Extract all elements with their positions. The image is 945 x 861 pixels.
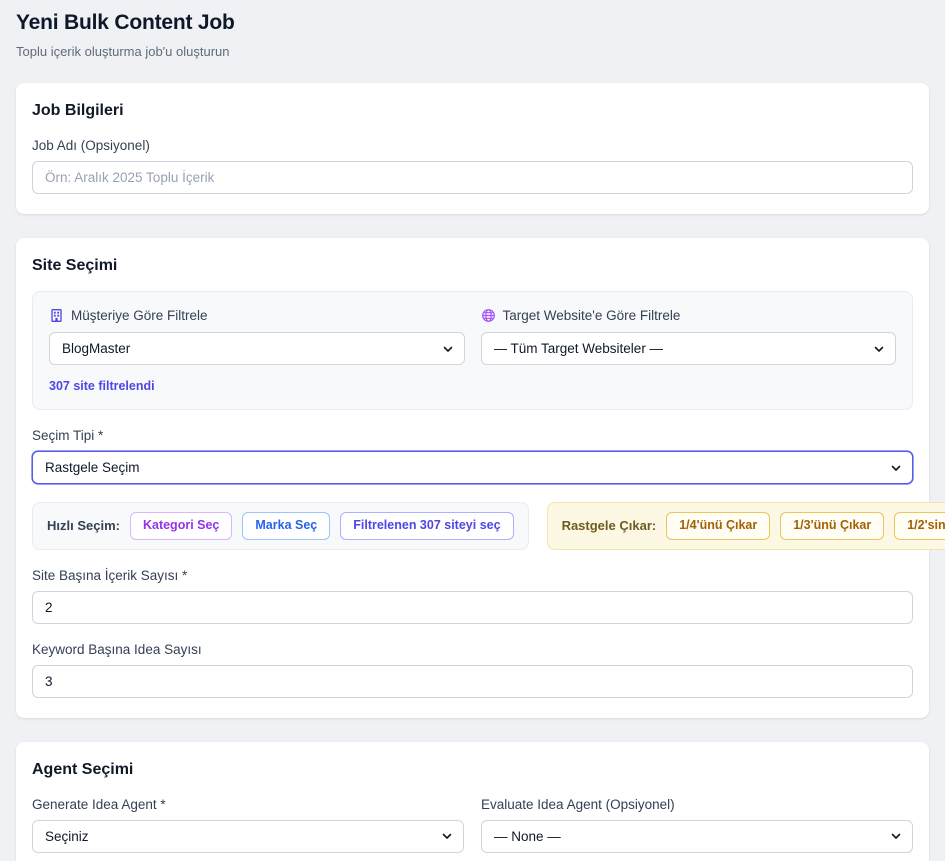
generate-idea-agent-group: Generate Idea Agent * Seçiniz (32, 797, 464, 853)
agent-grid: Generate Idea Agent * Seçiniz Evaluate I… (32, 797, 913, 861)
content-per-site-input[interactable] (32, 591, 913, 624)
select-brand-button[interactable]: Marka Seç (242, 512, 330, 540)
job-info-card: Job Bilgileri Job Adı (Opsiyonel) (16, 83, 929, 214)
evaluate-idea-agent-label: Evaluate Idea Agent (Opsiyonel) (481, 797, 913, 812)
customer-filter-select-wrap: BlogMaster (49, 332, 465, 365)
generate-idea-agent-select[interactable]: Seçiniz (32, 820, 464, 853)
generate-idea-agent-label: Generate Idea Agent * (32, 797, 464, 812)
website-filter-group: Target Website'e Göre Filtrele — Tüm Tar… (481, 308, 897, 365)
selection-type-select-wrap: Rastgele Seçim (32, 451, 913, 484)
select-category-button[interactable]: Kategori Seç (130, 512, 232, 540)
exclude-third-button[interactable]: 1/3'ünü Çıkar (780, 512, 884, 540)
page-subtitle: Toplu içerik oluşturma job'u oluşturun (16, 44, 929, 59)
job-name-input[interactable] (32, 161, 913, 194)
selection-type-label: Seçim Tipi * (32, 428, 913, 443)
ideas-per-keyword-label: Keyword Başına Idea Sayısı (32, 642, 913, 657)
customer-filter-group: Müşteriye Göre Filtrele BlogMaster (49, 308, 465, 365)
agent-selection-card: Agent Seçimi Generate Idea Agent * Seçin… (16, 742, 929, 861)
exclude-half-button[interactable]: 1/2'sini Çıkar (894, 512, 945, 540)
page-title: Yeni Bulk Content Job (16, 11, 929, 35)
random-exclude-box: Rastgele Çıkar: 1/4'ünü Çıkar 1/3'ünü Çı… (547, 502, 945, 550)
quick-actions-row: Hızlı Seçim: Kategori Seç Marka Seç Filt… (32, 502, 913, 550)
evaluate-idea-agent-select[interactable]: — None — (481, 820, 913, 853)
website-filter-select[interactable]: — Tüm Target Websiteler — (481, 332, 897, 365)
agent-selection-title: Agent Seçimi (32, 761, 913, 779)
website-filter-select-wrap: — Tüm Target Websiteler — (481, 332, 897, 365)
ideas-per-keyword-input[interactable] (32, 665, 913, 698)
exclude-quarter-button[interactable]: 1/4'ünü Çıkar (666, 512, 770, 540)
website-filter-label: Target Website'e Göre Filtrele (503, 308, 681, 323)
globe-icon (481, 308, 496, 323)
customer-filter-label-row: Müşteriye Göre Filtrele (49, 308, 465, 323)
quick-select-label: Hızlı Seçim: (47, 518, 120, 533)
site-selection-title: Site Seçimi (32, 257, 913, 275)
job-info-title: Job Bilgileri (32, 102, 913, 120)
evaluate-idea-agent-select-wrap: — None — (481, 820, 913, 853)
content-per-site-label: Site Başına İçerik Sayısı * (32, 568, 913, 583)
filter-panel: Müşteriye Göre Filtrele BlogMaster (32, 291, 913, 410)
building-icon (49, 308, 64, 323)
selection-type-select[interactable]: Rastgele Seçim (32, 451, 913, 484)
page: Yeni Bulk Content Job Toplu içerik oluşt… (0, 0, 945, 861)
random-exclude-label: Rastgele Çıkar: (562, 518, 657, 533)
select-filtered-sites-button[interactable]: Filtrelenen 307 siteyi seç (340, 512, 513, 540)
generate-idea-agent-select-wrap: Seçiniz (32, 820, 464, 853)
website-filter-label-row: Target Website'e Göre Filtrele (481, 308, 897, 323)
quick-select-box: Hızlı Seçim: Kategori Seç Marka Seç Filt… (32, 502, 529, 550)
customer-filter-label: Müşteriye Göre Filtrele (71, 308, 208, 323)
evaluate-idea-agent-group: Evaluate Idea Agent (Opsiyonel) — None — (481, 797, 913, 853)
job-name-label: Job Adı (Opsiyonel) (32, 138, 913, 153)
site-selection-card: Site Seçimi Müşteriye Göre Fil (16, 238, 929, 718)
filtered-count-text: 307 site filtrelendi (49, 379, 465, 393)
customer-filter-select[interactable]: BlogMaster (49, 332, 465, 365)
